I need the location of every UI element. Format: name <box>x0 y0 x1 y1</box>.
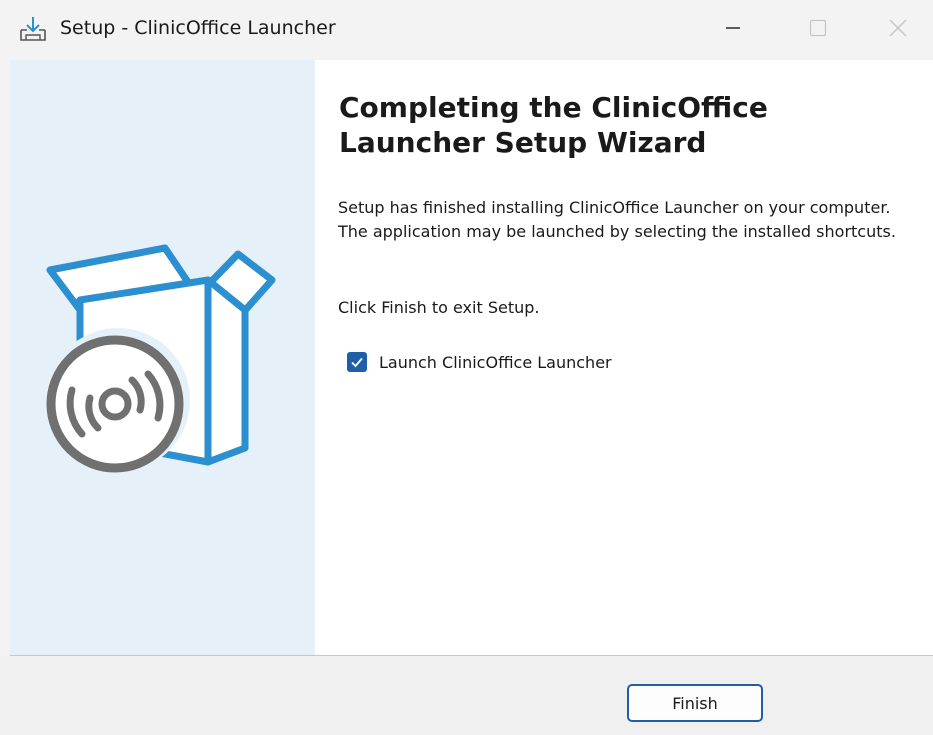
software-box-icon <box>40 240 280 480</box>
checkbox-checked-icon[interactable] <box>347 352 367 372</box>
window-title: Setup - ClinicOffice Launcher <box>60 17 336 39</box>
minimize-button[interactable] <box>693 0 773 60</box>
wizard-footer: Finish <box>0 656 933 735</box>
title-bar[interactable]: Setup - ClinicOffice Launcher <box>0 0 933 60</box>
setup-window: Setup - ClinicOffice Launcher Completing… <box>0 0 933 735</box>
wizard-content: Completing the ClinicOffice Launcher Set… <box>315 60 933 655</box>
maximize-icon <box>808 18 828 42</box>
wizard-heading: Completing the ClinicOffice Launcher Set… <box>339 91 768 159</box>
minimize-icon <box>723 18 743 42</box>
maximize-button[interactable] <box>778 0 858 60</box>
finish-button[interactable]: Finish <box>627 684 763 722</box>
launch-checkbox-label[interactable]: Launch ClinicOffice Launcher <box>379 353 612 372</box>
finish-message: Setup has finished installing ClinicOffi… <box>338 198 896 241</box>
wizard-side-panel <box>10 60 315 655</box>
close-button[interactable] <box>862 0 933 60</box>
close-icon <box>887 17 909 43</box>
exit-instruction: Click Finish to exit Setup. <box>338 298 540 317</box>
wizard-body: Completing the ClinicOffice Launcher Set… <box>10 60 933 655</box>
setup-download-icon <box>18 14 48 44</box>
launch-checkbox[interactable]: Launch ClinicOffice Launcher <box>347 352 612 372</box>
